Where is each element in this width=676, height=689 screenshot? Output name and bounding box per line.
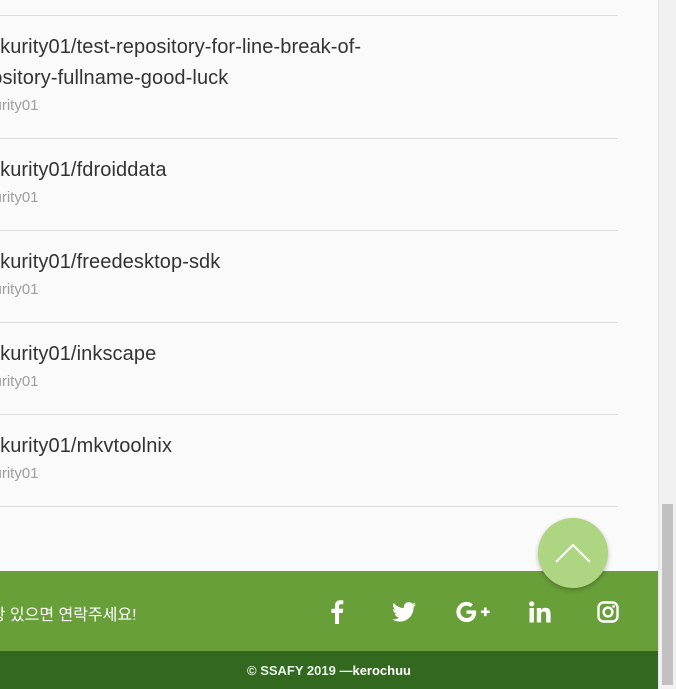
repo-owner: kurity01 [0, 189, 39, 206]
copyright-bar: © SSAFY 2019 — kerochuu [0, 651, 658, 689]
scrollbar[interactable] [658, 0, 676, 689]
twitter-icon[interactable] [388, 596, 420, 628]
copyright-author[interactable]: kerochuu [352, 663, 411, 678]
linkedin-icon[interactable] [524, 596, 556, 628]
list-item[interactable]: ckurity01/mkvtoolnix kurity01 [0, 415, 618, 506]
repo-title-continued[interactable]: pository-fullname-good-luck [0, 67, 228, 90]
repo-title[interactable]: ckurity01/inkscape [0, 343, 156, 366]
repo-owner: kurity01 [0, 97, 39, 114]
scrollbar-thumb[interactable] [662, 504, 673, 685]
repo-owner: kurity01 [0, 465, 39, 482]
repo-title[interactable]: ckurity01/test-repository-for-line-break… [0, 36, 361, 59]
repo-title[interactable]: ckurity01/freedesktop-sdk [0, 251, 220, 274]
repo-title[interactable]: ckurity01/mkvtoolnix [0, 435, 172, 458]
list-item[interactable]: ckurity01/freedesktop-sdk kurity01 [0, 231, 618, 322]
list-item[interactable]: ckurity01/test-repository-for-line-break… [0, 16, 618, 138]
repo-title[interactable]: ckurity01/fdroiddata [0, 159, 167, 182]
google-plus-icon[interactable] [456, 596, 490, 628]
repo-owner: kurity01 [0, 373, 39, 390]
instagram-icon[interactable] [592, 596, 624, 628]
copyright-text: © SSAFY 2019 — [247, 662, 353, 678]
repo-owner: kurity01 [0, 281, 39, 298]
facebook-icon[interactable] [321, 596, 353, 628]
page: ckurity01/test-repository-for-line-break… [0, 0, 676, 689]
footer-message: 사항 있으면 연락주세요! [0, 607, 137, 624]
divider [0, 506, 618, 507]
list-item[interactable]: ckurity01/fdroiddata kurity01 [0, 139, 618, 230]
list-item[interactable]: ckurity01/inkscape kurity01 [0, 323, 618, 414]
back-to-top-button[interactable] [538, 518, 608, 588]
chevron-up-icon [555, 543, 591, 563]
